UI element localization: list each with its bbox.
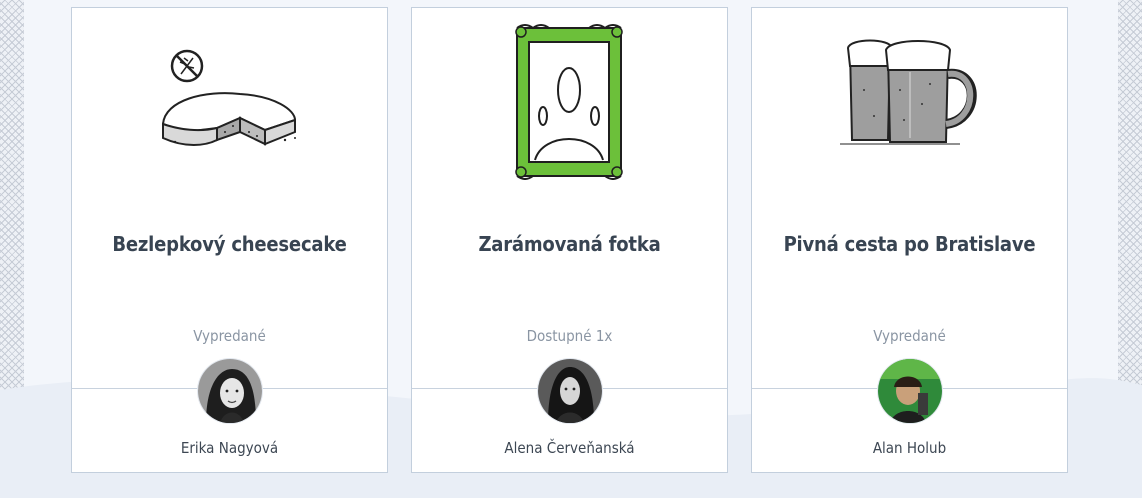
card-title[interactable]: Zarámovaná fotka — [412, 232, 727, 256]
product-card-beer-tour[interactable]: Pivná cesta po Bratislave Vypredané Alan… — [751, 7, 1068, 473]
availability-status: Vypredané — [193, 327, 266, 345]
author-name[interactable]: Alan Holub — [752, 439, 1067, 457]
product-card-cheesecake[interactable]: Bezlepkový cheesecake Vypredané Erika Na… — [71, 7, 388, 473]
author-avatar[interactable] — [197, 359, 262, 423]
author-name[interactable]: Erika Nagyová — [72, 439, 387, 457]
card-title[interactable]: Pivná cesta po Bratislave — [752, 232, 1067, 256]
card-title[interactable]: Bezlepkový cheesecake — [72, 232, 387, 256]
author-avatar[interactable] — [877, 359, 942, 423]
availability-status: Vypredané — [873, 327, 946, 345]
picture-frame-icon — [412, 20, 727, 190]
gluten-free-cheesecake-icon — [72, 20, 387, 190]
availability-status: Dostupné 1x — [526, 327, 613, 345]
author-name[interactable]: Alena Červeňanská — [412, 439, 727, 457]
product-card-framed-photo[interactable]: Zarámovaná fotka Dostupné 1x Alena Červe… — [411, 7, 728, 473]
author-avatar[interactable] — [537, 359, 602, 423]
beer-mugs-icon — [752, 20, 1067, 190]
